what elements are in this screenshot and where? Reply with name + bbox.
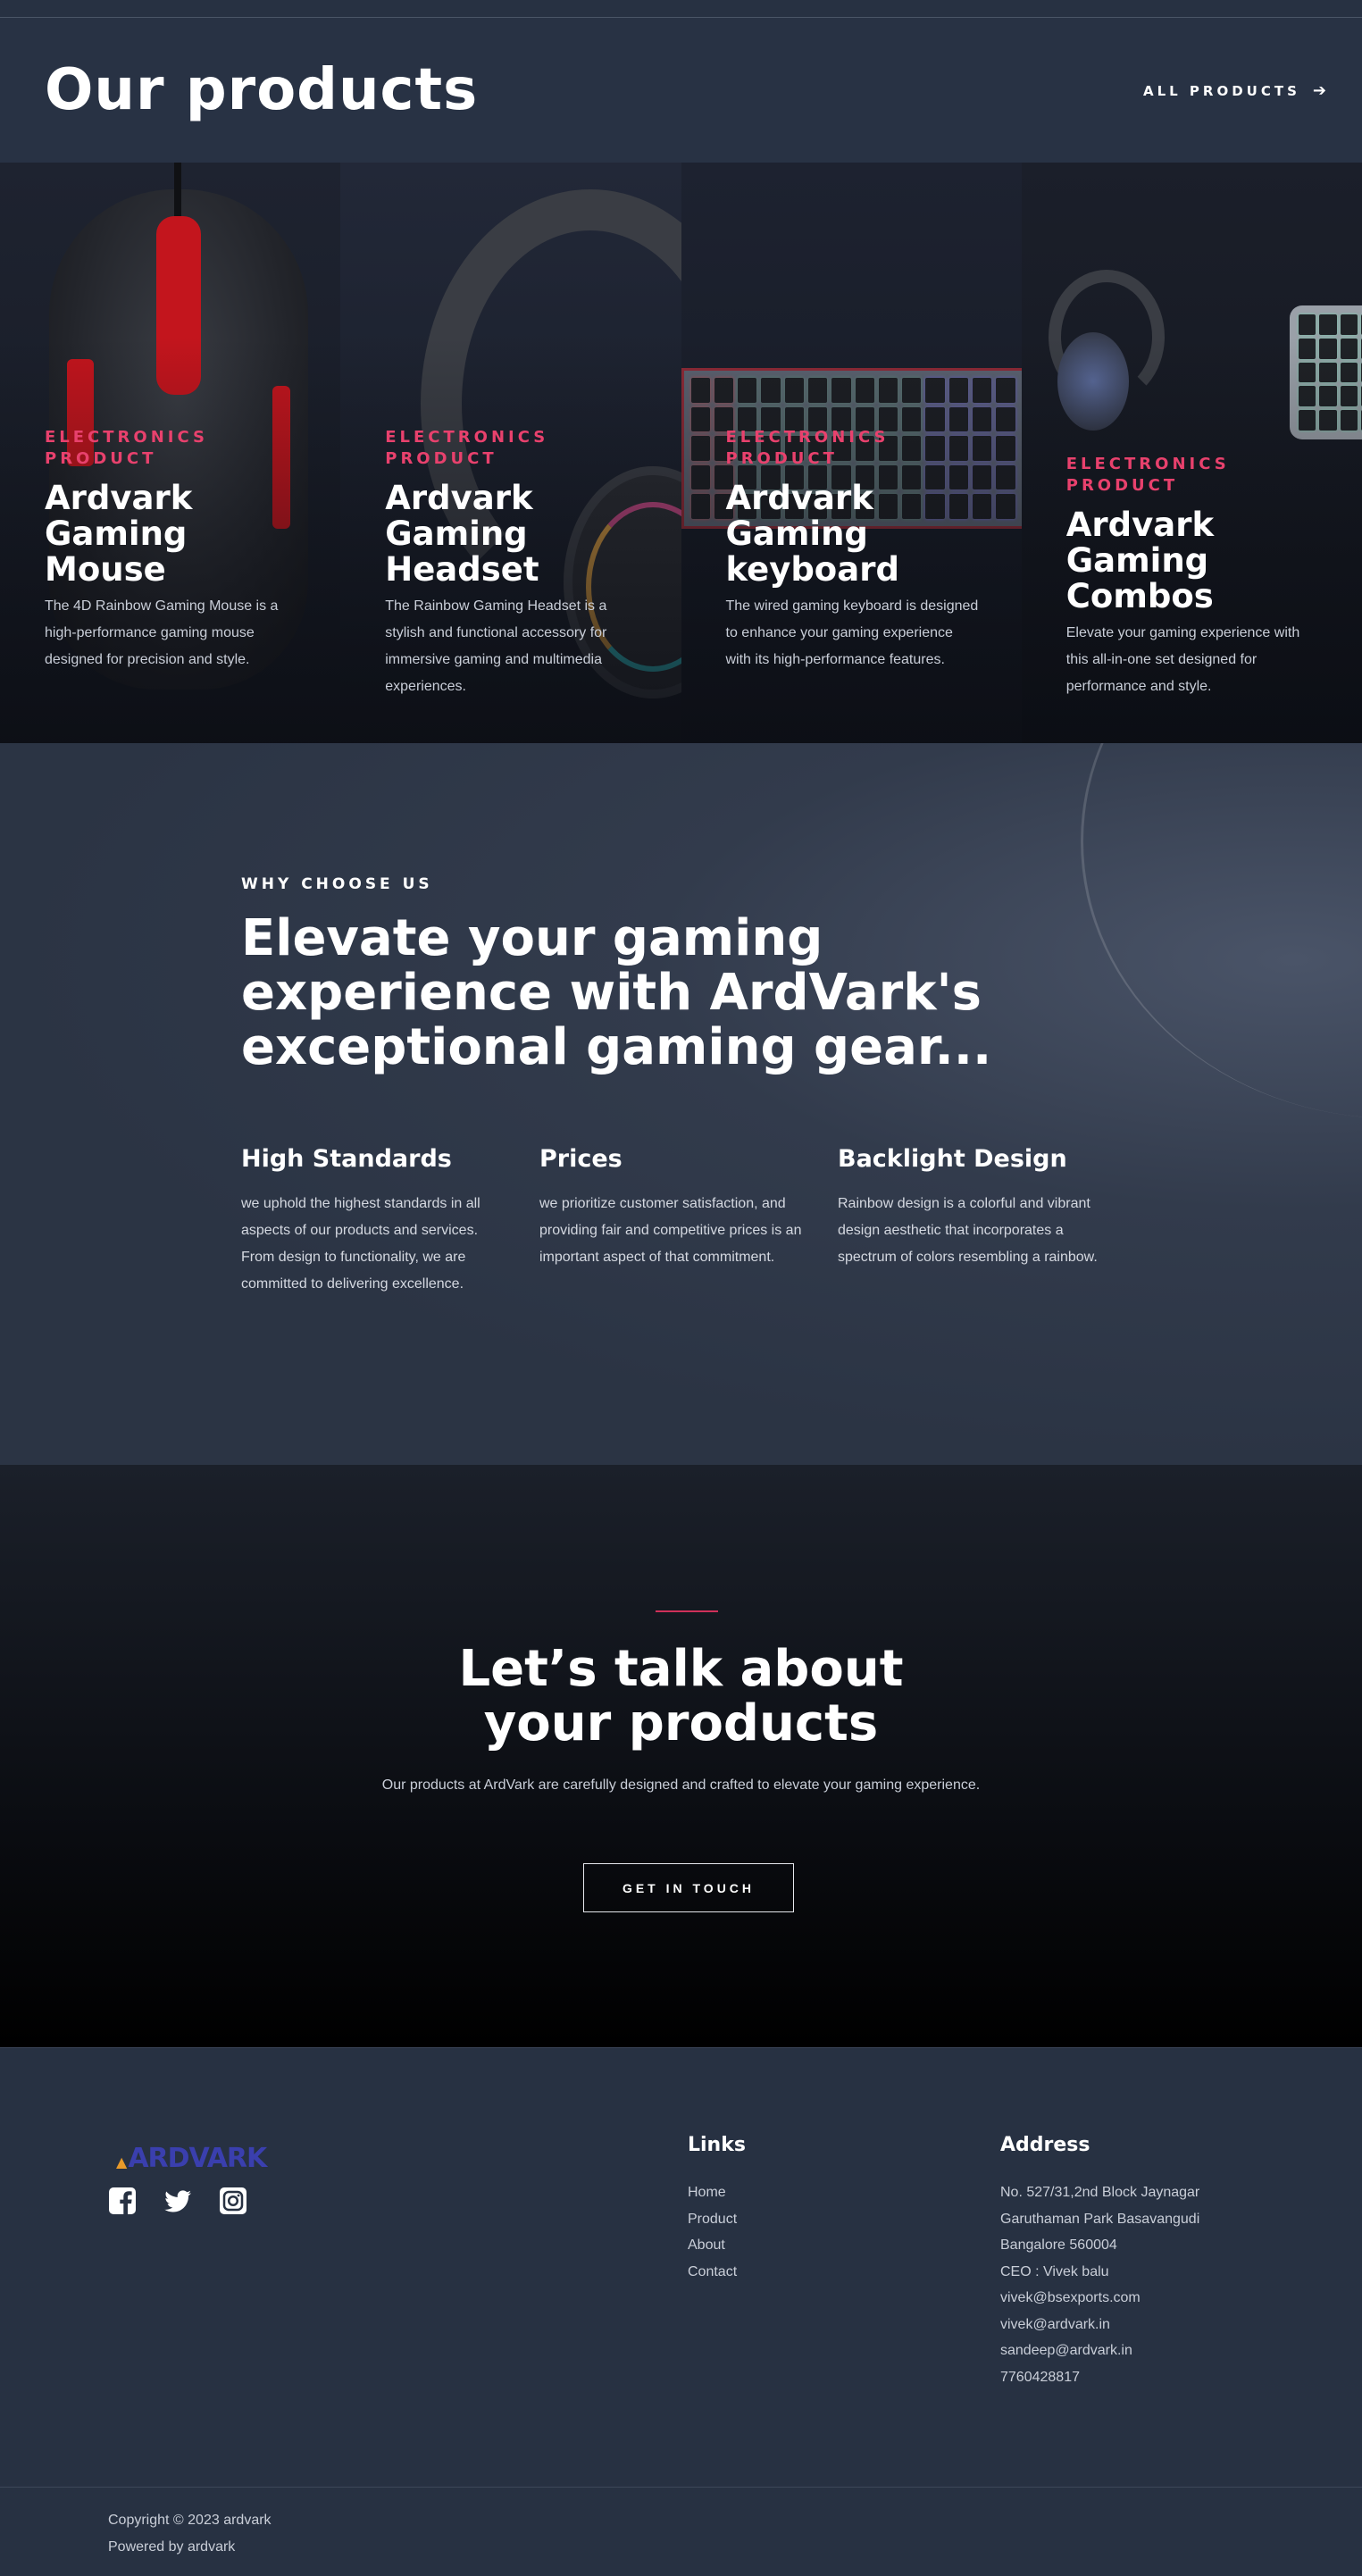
cta-title: Let’s talk about your products bbox=[0, 1642, 1362, 1751]
product-card-keyboard[interactable]: ELECTRONICS PRODUCT Ardvark Gaming keybo… bbox=[681, 163, 1022, 743]
links-heading: Links bbox=[688, 2134, 746, 2156]
cta-title-line2: your products bbox=[483, 1694, 879, 1752]
card-description: The wired gaming keyboard is designed to… bbox=[725, 598, 979, 667]
footer-divider bbox=[0, 2487, 1362, 2488]
card-eyebrow: ELECTRONICS PRODUCT bbox=[1065, 455, 1230, 495]
card-eyebrow: ELECTRONICS PRODUCT bbox=[385, 428, 549, 468]
products-header: Our products ALL PRODUCTS ➔ bbox=[0, 18, 1362, 163]
logo-text: ARDVARK bbox=[128, 2143, 267, 2174]
copyright-text: Copyright © 2023 ardvark bbox=[108, 2513, 272, 2528]
footer-link-product[interactable]: Product bbox=[688, 2206, 746, 2233]
product-card-headset[interactable]: ELECTRONICS PRODUCT Ardvark Gaming Heads… bbox=[340, 163, 681, 743]
facebook-icon[interactable] bbox=[108, 2187, 137, 2215]
feature-heading: Prices bbox=[539, 1145, 623, 1173]
feature-high-standards: High Standards we uphold the highest sta… bbox=[241, 1145, 539, 1298]
ardvark-logo[interactable]: ▲ARDVARK bbox=[116, 2143, 267, 2174]
product-cards: ELECTRONICS PRODUCT Ardvark Gaming Mouse… bbox=[0, 163, 1362, 743]
feature-text: we uphold the highest standards in all a… bbox=[241, 1196, 480, 1292]
address-line: Garuthaman Park Basavangudi bbox=[1000, 2211, 1200, 2227]
get-in-touch-button[interactable]: GET IN TOUCH bbox=[583, 1863, 794, 1912]
feature-text: Rainbow design is a colorful and vibrant… bbox=[838, 1196, 1098, 1265]
ceo-line: CEO : Vivek balu bbox=[1000, 2263, 1109, 2279]
phone-line[interactable]: 7760428817 bbox=[1000, 2364, 1199, 2391]
social-links bbox=[108, 2187, 247, 2215]
product-card-combos[interactable]: ELECTRONICS PRODUCT Ardvark Gaming Combo… bbox=[1021, 163, 1362, 743]
card-description: The Rainbow Gaming Headset is a stylish … bbox=[385, 598, 607, 694]
footer-links-column: Links Home Product About Contact bbox=[688, 2134, 746, 2285]
all-products-link[interactable]: ALL PRODUCTS ➔ bbox=[1143, 81, 1330, 100]
cta-description: Our products at ArdVark are carefully de… bbox=[381, 1777, 981, 1793]
product-card-mouse[interactable]: ELECTRONICS PRODUCT Ardvark Gaming Mouse… bbox=[0, 163, 341, 743]
footer-bottom: Copyright © 2023 ardvark Powered by ardv… bbox=[108, 2507, 272, 2561]
why-choose-us-section: WHY CHOOSE US Elevate your gaming experi… bbox=[0, 743, 1362, 1465]
feature-text: we prioritize customer satisfaction, and… bbox=[539, 1196, 802, 1265]
twitter-icon[interactable] bbox=[163, 2187, 192, 2215]
card-title[interactable]: Ardvark Gaming Combos bbox=[1066, 507, 1321, 615]
feature-prices: Prices we prioritize customer satisfacti… bbox=[539, 1145, 838, 1298]
address-heading: Address bbox=[1000, 2134, 1090, 2156]
feature-heading: High Standards bbox=[241, 1145, 452, 1173]
instagram-icon[interactable] bbox=[219, 2187, 247, 2215]
card-description: The 4D Rainbow Gaming Mouse is a high-pe… bbox=[45, 598, 279, 667]
email-line[interactable]: sandeep@ardvark.in bbox=[1000, 2338, 1199, 2364]
products-title: Our products bbox=[45, 57, 479, 123]
footer-link-contact[interactable]: Contact bbox=[688, 2259, 746, 2286]
flame-icon: ▲ bbox=[116, 2154, 127, 2170]
feature-backlight-design: Backlight Design Rainbow design is a col… bbox=[838, 1145, 1136, 1298]
card-eyebrow: ELECTRONICS PRODUCT bbox=[725, 428, 890, 468]
address-line: Bangalore 560004 bbox=[1000, 2237, 1117, 2253]
powered-by-text: Powered by ardvark bbox=[108, 2539, 236, 2555]
feature-heading: Backlight Design bbox=[838, 1145, 1067, 1173]
accent-divider bbox=[656, 1610, 718, 1612]
why-eyebrow: WHY CHOOSE US bbox=[241, 875, 433, 893]
cta-title-line1: Let’s talk about bbox=[458, 1640, 904, 1698]
all-products-label: ALL PRODUCTS bbox=[1142, 82, 1300, 99]
site-footer: ▲ARDVARK Links Home Product About Contac… bbox=[0, 2047, 1362, 2576]
footer-address-column: Address No. 527/31,2nd Block Jaynagar Ga… bbox=[1000, 2134, 1199, 2390]
arrow-right-icon: ➔ bbox=[1312, 81, 1330, 100]
why-title: Elevate your gaming experience with ArdV… bbox=[241, 909, 992, 1076]
card-eyebrow: ELECTRONICS PRODUCT bbox=[45, 428, 208, 468]
footer-link-about[interactable]: About bbox=[688, 2232, 746, 2259]
card-description: Elevate your gaming experience with this… bbox=[1065, 625, 1300, 694]
email-line[interactable]: vivek@ardvark.in bbox=[1000, 2312, 1199, 2338]
footer-link-home[interactable]: Home bbox=[688, 2179, 746, 2206]
address-line: No. 527/31,2nd Block Jaynagar bbox=[1000, 2185, 1200, 2200]
email-line[interactable]: vivek@bsexports.com bbox=[1000, 2285, 1199, 2312]
card-title[interactable]: Ardvark Gaming Headset bbox=[385, 481, 639, 588]
card-title[interactable]: Ardvark Gaming keyboard bbox=[726, 481, 981, 588]
card-title[interactable]: Ardvark Gaming Mouse bbox=[45, 481, 299, 588]
features-list: High Standards we uphold the highest sta… bbox=[241, 1145, 1136, 1298]
contact-cta-section: Let’s talk about your products Our produ… bbox=[0, 1465, 1362, 2047]
